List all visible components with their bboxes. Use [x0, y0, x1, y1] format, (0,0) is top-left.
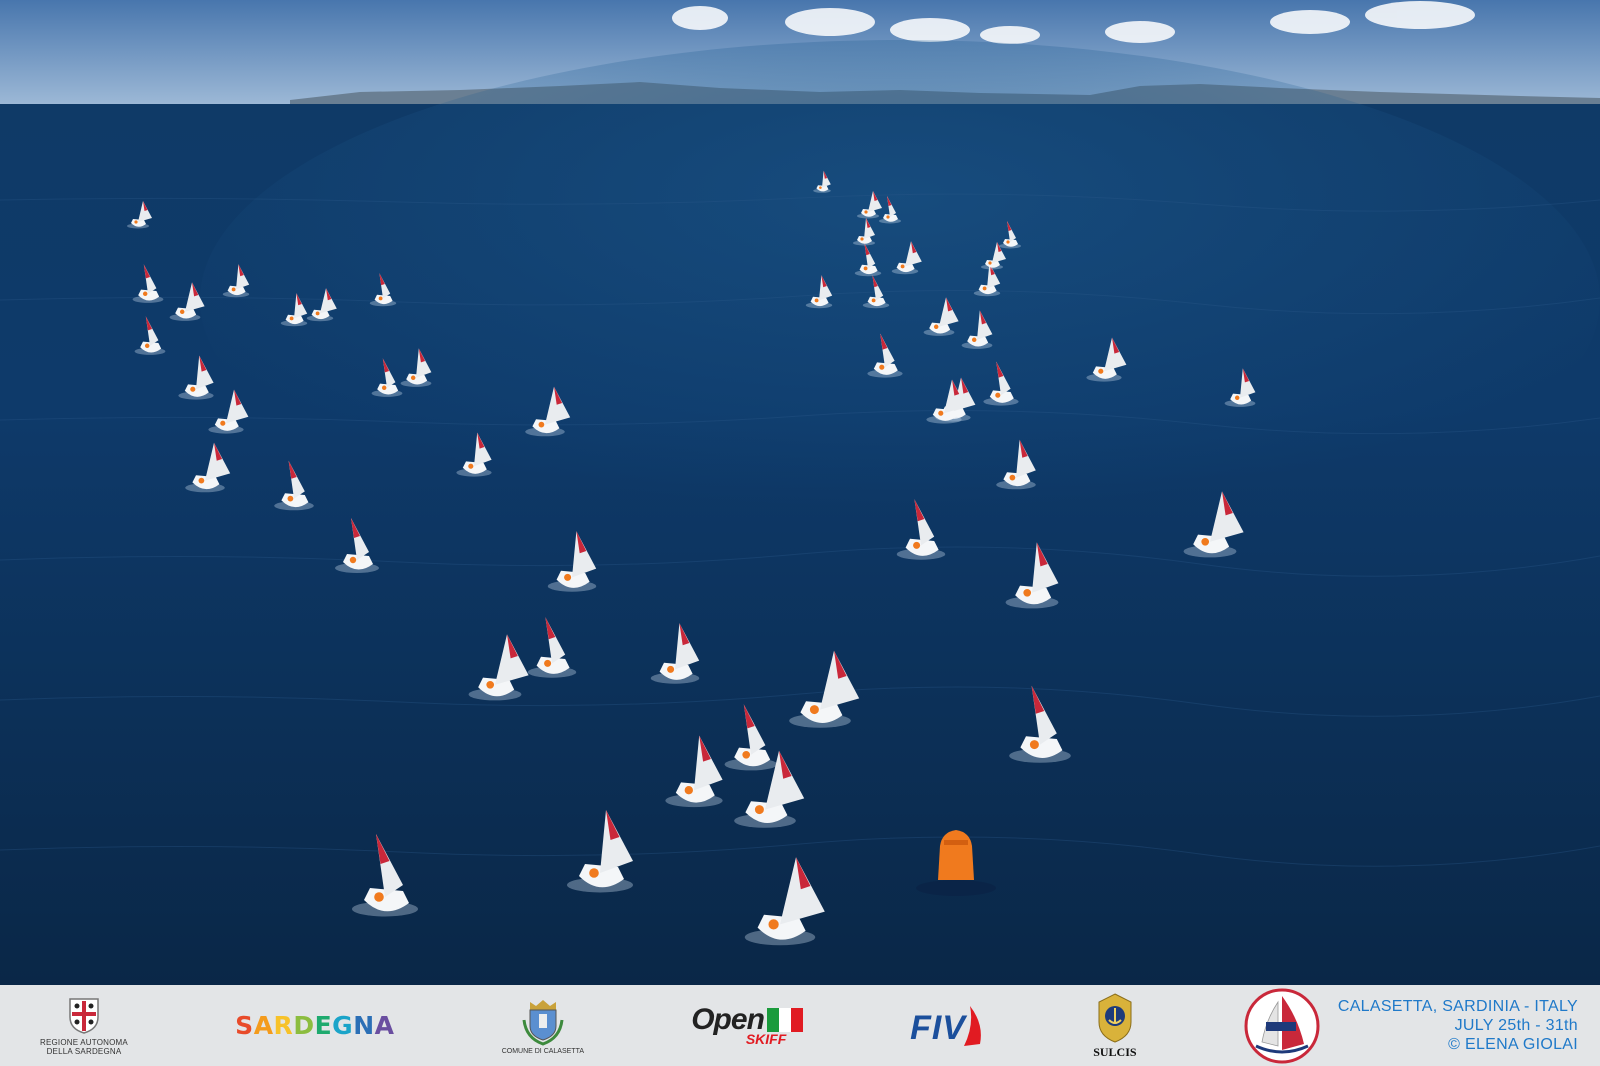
italian-flag-icon — [766, 1007, 803, 1032]
event-location: CALASETTA, SARDINIA - ITALY — [1337, 998, 1578, 1015]
sulcis-anchor-badge-icon — [1098, 992, 1132, 1043]
comune-calasetta-logo: COMUNE DI CALASETTA — [502, 985, 584, 1066]
photo-credit: © ELENA GIOLAI — [1448, 1036, 1578, 1053]
sardegna-logo: SARDEGNA — [235, 985, 394, 1066]
regione-sardegna-text: REGIONE AUTONOMA DELLA SARDEGNA — [40, 1038, 128, 1056]
open-skiff-logo: Open SKIFF — [691, 985, 803, 1066]
fiv-sail-icon — [964, 1005, 981, 1046]
comune-calasetta-text: COMUNE DI CALASETTA — [501, 1048, 585, 1055]
event-dates: JULY 25th - 31th — [1454, 1017, 1578, 1034]
world-championship-2026-logo — [1244, 985, 1320, 1066]
regione-sardegna-logo: REGIONE AUTONOMA DELLA SARDEGNA — [40, 985, 128, 1066]
sardegna-wordmark: SARDEGNA — [235, 1011, 395, 1040]
skiff-text: SKIFF — [745, 1030, 787, 1047]
world-championship-2026-seal — [1244, 988, 1320, 1063]
sulcis-logo: SULCIS — [1093, 985, 1137, 1066]
fiv-logo: FIV — [910, 985, 986, 1066]
aerial-sailing-photo — [0, 0, 1600, 985]
sulcis-text: SULCIS — [1093, 1044, 1137, 1059]
regione-line2: DELLA SARDEGNA — [46, 1047, 122, 1056]
regione-sardegna-crest-icon — [69, 998, 99, 1034]
sponsor-logos: REGIONE AUTONOMA DELLA SARDEGNA SARDEGNA… — [40, 985, 1338, 1066]
sponsor-footer: REGIONE AUTONOMA DELLA SARDEGNA SARDEGNA… — [0, 985, 1600, 1066]
fiv-text: FIV — [910, 1008, 966, 1047]
event-info: CALASETTA, SARDINIA - ITALY JULY 25th - … — [1338, 997, 1578, 1054]
regione-line1: REGIONE AUTONOMA — [40, 1038, 128, 1047]
comune-calasetta-crest-icon — [522, 1000, 564, 1046]
